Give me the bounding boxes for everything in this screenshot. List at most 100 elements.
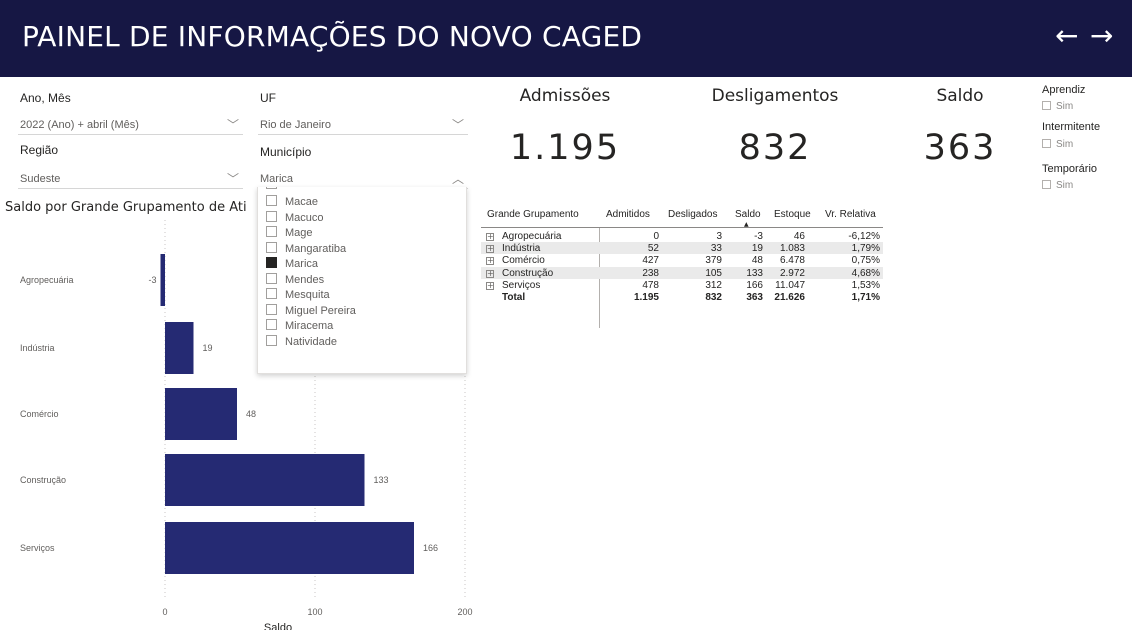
checkbox-icon: [1042, 101, 1051, 110]
municipio-option[interactable]: Mangaratiba: [266, 241, 346, 257]
table-cell: Indústria: [502, 243, 541, 255]
municipio-option[interactable]: Miguel Pereira: [266, 303, 356, 319]
municipio-option[interactable]: Mendes: [266, 272, 324, 288]
x-tick-label: 100: [307, 607, 322, 617]
chevron-down-icon: ﹀: [451, 118, 464, 132]
kpi-admissoes-value: 1.195: [509, 128, 621, 168]
table-cell: 2.972: [779, 267, 805, 279]
table-cell: 46: [793, 231, 805, 242]
category-label: Indústria: [20, 343, 55, 353]
table-total-cell: 1.195: [633, 292, 659, 303]
municipio-option-label: Macuco: [285, 211, 324, 224]
municipio-slicer-label: Município: [260, 145, 312, 159]
category-label: Comércio: [20, 409, 59, 419]
table-header-desligados[interactable]: Desligados: [668, 209, 717, 220]
checkbox-icon: [266, 257, 277, 268]
expand-icon[interactable]: +: [486, 245, 494, 254]
municipio-option[interactable]: Natividade: [266, 334, 337, 350]
x-tick-label: 0: [162, 607, 167, 617]
expand-icon[interactable]: +: [486, 233, 494, 241]
table-cell: 33: [710, 243, 722, 255]
checkbox-icon: [266, 210, 277, 222]
table-header-admitidos[interactable]: Admitidos: [606, 209, 650, 220]
category-label: Construção: [20, 475, 66, 485]
table-header-divider: [481, 227, 883, 228]
kpi-saldo-label: Saldo: [936, 86, 984, 106]
chevron-up-icon: ︿: [451, 172, 464, 186]
table-cell: 6.478: [779, 255, 805, 267]
expand-icon[interactable]: +: [486, 269, 494, 278]
region-slicer-label: Região: [20, 143, 59, 157]
forward-arrow-icon[interactable]: →: [1090, 22, 1113, 50]
region-dropdown[interactable]: Sudeste ﹀: [18, 169, 243, 189]
table-cell: 52: [647, 243, 659, 255]
back-arrow-icon[interactable]: ←: [1055, 22, 1078, 50]
table-total-cell: 363: [746, 292, 763, 303]
checkbox-icon: [266, 226, 277, 237]
bar: [165, 454, 365, 506]
municipio-dropdown[interactable]: Marica ︿: [258, 169, 468, 189]
municipio-option[interactable]: Macuco: [266, 210, 324, 226]
table-cell: Comércio: [502, 255, 545, 267]
municipio-dropdown-value: Marica: [260, 173, 294, 185]
bar: [165, 522, 414, 574]
period-dropdown-value: 2022 (Ano) + abril (Mês): [20, 119, 139, 131]
checkbox-icon: [266, 334, 277, 346]
table-cell: 48: [751, 255, 763, 267]
data-label: 166: [423, 543, 438, 553]
intermitente-sim-checkbox[interactable]: Sim: [1042, 139, 1073, 150]
table-cell: 478: [642, 279, 659, 291]
municipio-option-label: Marica: [285, 258, 319, 270]
table-cell: 379: [705, 255, 722, 267]
list-item-partial: [266, 187, 285, 193]
table-cell: 312: [705, 279, 722, 291]
table-total-cell: Total: [502, 292, 526, 303]
temporario-label: Temporário: [1042, 163, 1098, 175]
municipio-option[interactable]: Macae: [266, 195, 318, 210]
data-label: 133: [374, 475, 389, 485]
table-header-grupamento[interactable]: Grande Grupamento: [487, 209, 579, 220]
table-cell: 0,75%: [851, 255, 880, 267]
checkbox-icon: [266, 288, 277, 299]
table-cell: Serviços: [502, 279, 541, 291]
data-label: -3: [148, 275, 156, 285]
bar: [160, 254, 165, 306]
municipio-option[interactable]: Miracema: [266, 319, 333, 334]
page-title: PAINEL DE INFORMAÇÕES DO NOVO CAGED: [22, 20, 643, 53]
checkbox-icon: [1042, 139, 1051, 148]
bar: [165, 322, 194, 374]
expand-icon[interactable]: +: [486, 281, 494, 290]
table-total-cell: 832: [705, 292, 722, 303]
data-label: 48: [246, 409, 256, 419]
region-dropdown-value: Sudeste: [20, 173, 61, 185]
table-header-vr-relativa[interactable]: Vr. Relativa: [825, 209, 876, 220]
checkbox-icon: [1042, 180, 1051, 189]
municipio-option[interactable]: Mesquita: [266, 288, 330, 303]
x-axis-label: Saldo: [264, 622, 292, 630]
aprendiz-label: Aprendiz: [1042, 84, 1086, 96]
table-cell: Agropecuária: [502, 231, 562, 242]
bar: [165, 388, 237, 440]
checkbox-icon: [266, 319, 277, 330]
checkbox-icon: [266, 195, 277, 206]
temporario-sim-checkbox[interactable]: Sim: [1042, 180, 1073, 191]
table-header-saldo[interactable]: Saldo: [735, 209, 761, 220]
uf-dropdown[interactable]: Rio de Janeiro ﹀: [258, 115, 468, 135]
chevron-down-icon: ﹀: [226, 172, 239, 186]
uf-slicer-label: UF: [260, 91, 276, 105]
table-cell: 3: [716, 231, 722, 242]
table-cell: 166: [746, 279, 763, 291]
municipio-option-label: Mage: [285, 227, 313, 239]
chevron-down-icon: ﹀: [226, 118, 239, 132]
municipio-option[interactable]: Mage: [266, 226, 313, 241]
period-dropdown[interactable]: 2022 (Ano) + abril (Mês) ﹀: [18, 115, 243, 135]
table-header-estoque[interactable]: Estoque: [774, 209, 811, 220]
table-cell: -3: [754, 231, 763, 242]
checkbox-icon: [266, 187, 277, 189]
kpi-admissoes-label: Admissões: [519, 86, 611, 106]
municipio-option[interactable]: Marica: [266, 257, 318, 272]
aprendiz-sim-checkbox[interactable]: Sim: [1042, 101, 1073, 112]
checkbox-icon: [266, 241, 277, 253]
expand-icon[interactable]: +: [486, 257, 494, 266]
table-cell: 4,68%: [851, 267, 880, 279]
